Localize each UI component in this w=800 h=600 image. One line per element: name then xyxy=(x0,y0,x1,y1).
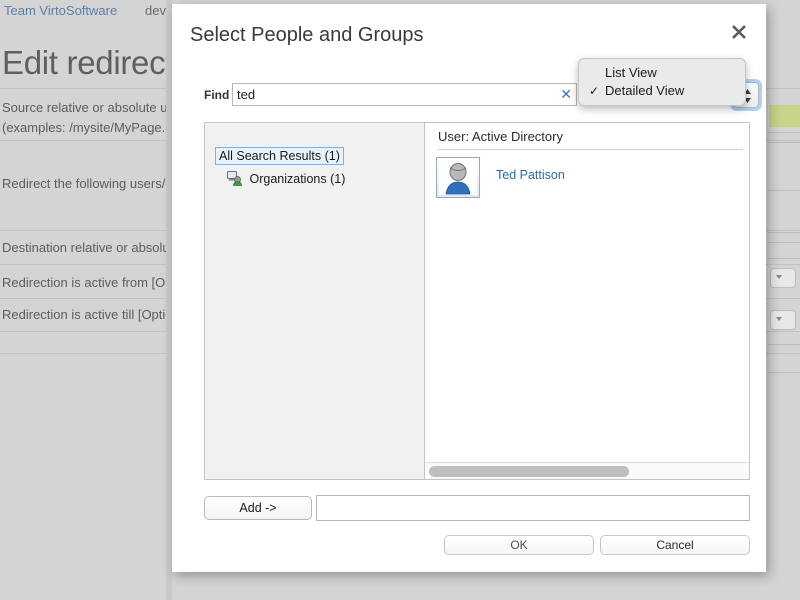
form-label-source: Source relative or absolute ur xyxy=(2,100,172,115)
menu-item-detailed-view[interactable]: ✓ Detailed View xyxy=(579,82,745,100)
menu-item-list-view[interactable]: List View xyxy=(579,64,745,82)
form-divider xyxy=(768,190,800,191)
tree-item-organizations[interactable]: Organizations (1) xyxy=(227,171,345,186)
environment-label: dev xyxy=(145,3,166,18)
tree-item-all-search-results[interactable]: All Search Results (1) xyxy=(215,147,344,165)
clear-icon[interactable]: ✕ xyxy=(560,86,572,102)
checkmark-icon: ✓ xyxy=(589,84,600,98)
form-divider xyxy=(768,232,800,233)
form-divider xyxy=(768,132,800,133)
organizations-icon xyxy=(227,171,243,186)
brand-link[interactable]: Team VirtoSoftware xyxy=(4,3,117,18)
search-scope-tree-panel: All Search Results (1) Organizations (1) xyxy=(205,123,425,479)
menu-item-label: List View xyxy=(605,65,657,80)
form-label-active-till: Redirection is active till [Optio xyxy=(2,307,173,322)
select-people-and-groups-dialog: Select People and Groups Find ✕ List Vie… xyxy=(172,4,766,572)
page-title: Edit redirect xyxy=(2,44,175,82)
view-mode-dropdown-menu[interactable]: List View ✓ Detailed View xyxy=(578,58,746,106)
background-date-picker-button[interactable] xyxy=(770,268,796,288)
add-button[interactable]: Add -> xyxy=(204,496,312,520)
user-avatar-icon xyxy=(436,157,480,198)
results-horizontal-scrollbar[interactable] xyxy=(426,462,749,479)
background-date-picker-button[interactable] xyxy=(770,310,796,330)
form-label-destination: Destination relative or absolut xyxy=(2,240,174,255)
form-label-source-example: (examples: /mysite/MyPage.a xyxy=(2,120,173,135)
close-icon[interactable] xyxy=(728,21,750,43)
dialog-title: Select People and Groups xyxy=(190,24,424,46)
results-group-header: User: Active Directory xyxy=(438,129,743,150)
menu-item-label: Detailed View xyxy=(605,83,685,98)
form-divider xyxy=(768,344,800,345)
result-user-link[interactable]: Ted Pattison xyxy=(496,168,565,182)
form-divider xyxy=(768,258,800,259)
search-results-panel: User: Active Directory Ted Pattison xyxy=(426,123,749,479)
ok-button[interactable]: OK xyxy=(444,535,594,555)
tree-item-label: Organizations (1) xyxy=(249,172,346,186)
form-divider xyxy=(768,372,800,373)
background-status-chip xyxy=(769,105,800,127)
cancel-button[interactable]: Cancel xyxy=(600,535,750,555)
find-label: Find xyxy=(204,88,230,102)
find-field-wrapper: ✕ xyxy=(232,83,577,106)
form-label-active-from: Redirection is active from [Op xyxy=(2,275,173,290)
scrollbar-thumb[interactable] xyxy=(429,466,629,477)
form-divider xyxy=(768,142,800,143)
form-divider xyxy=(768,242,800,243)
form-label-redirect-users: Redirect the following users/g xyxy=(2,176,173,191)
results-panels: All Search Results (1) Organizations (1)… xyxy=(204,122,750,480)
search-input[interactable] xyxy=(232,83,577,106)
selected-people-input[interactable] xyxy=(316,495,750,521)
